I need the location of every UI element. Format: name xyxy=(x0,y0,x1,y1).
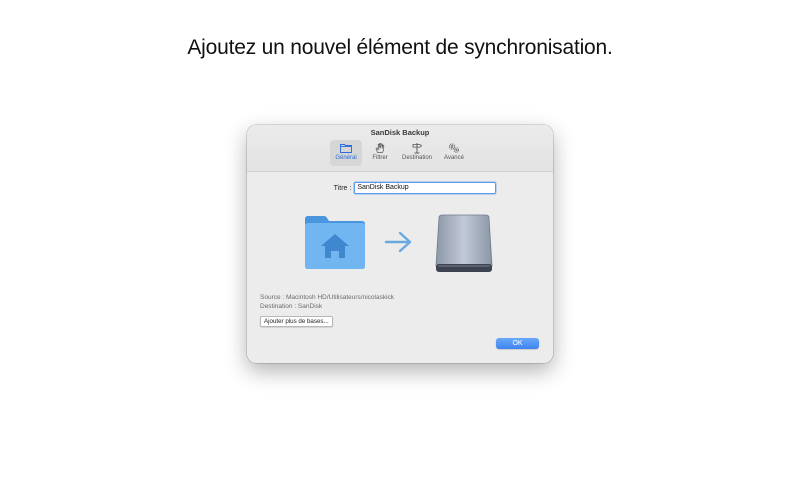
title-row: Titre : SanDisk Backup xyxy=(247,182,553,194)
titlebar: SanDisk Backup Général Filtrer Destinati… xyxy=(247,125,553,172)
hand-icon xyxy=(375,143,385,153)
tab-filter[interactable]: Filtrer xyxy=(364,140,396,166)
signpost-icon xyxy=(412,143,423,154)
title-label: Titre : xyxy=(333,184,352,192)
tab-destination[interactable]: Destination xyxy=(398,140,436,166)
home-folder-icon xyxy=(305,216,365,269)
folder-icon xyxy=(340,144,352,153)
tab-general-label: Général xyxy=(335,155,357,161)
external-drive-icon xyxy=(435,214,493,272)
preferences-window: SanDisk Backup Général Filtrer Destinati… xyxy=(247,125,553,363)
page-headline: Ajoutez un nouvel élément de synchronisa… xyxy=(187,36,613,59)
toolbar: Général Filtrer Destination Avancé xyxy=(247,140,553,166)
window-title: SanDisk Backup xyxy=(370,128,430,137)
title-input[interactable]: SanDisk Backup xyxy=(354,182,497,194)
destination-name: Destination : SanDisk xyxy=(260,303,323,310)
tab-destination-label: Destination xyxy=(401,155,433,161)
arrow-right-icon xyxy=(384,231,412,253)
ok-button[interactable]: OK xyxy=(496,338,539,349)
tab-advanced-label: Avancé xyxy=(444,155,464,161)
tab-advanced[interactable]: Avancé xyxy=(438,140,470,166)
add-bases-button[interactable]: Ajouter plus de bases... xyxy=(260,316,333,327)
tab-filter-label: Filtrer xyxy=(372,155,388,161)
source-path: Source : Macintosh HD/Utilisateurs/nicol… xyxy=(260,294,395,301)
gears-icon xyxy=(448,143,460,153)
tab-general[interactable]: Général xyxy=(330,140,362,166)
info-block: Source : Macintosh HD/Utilisateurs/nicol… xyxy=(260,293,394,311)
